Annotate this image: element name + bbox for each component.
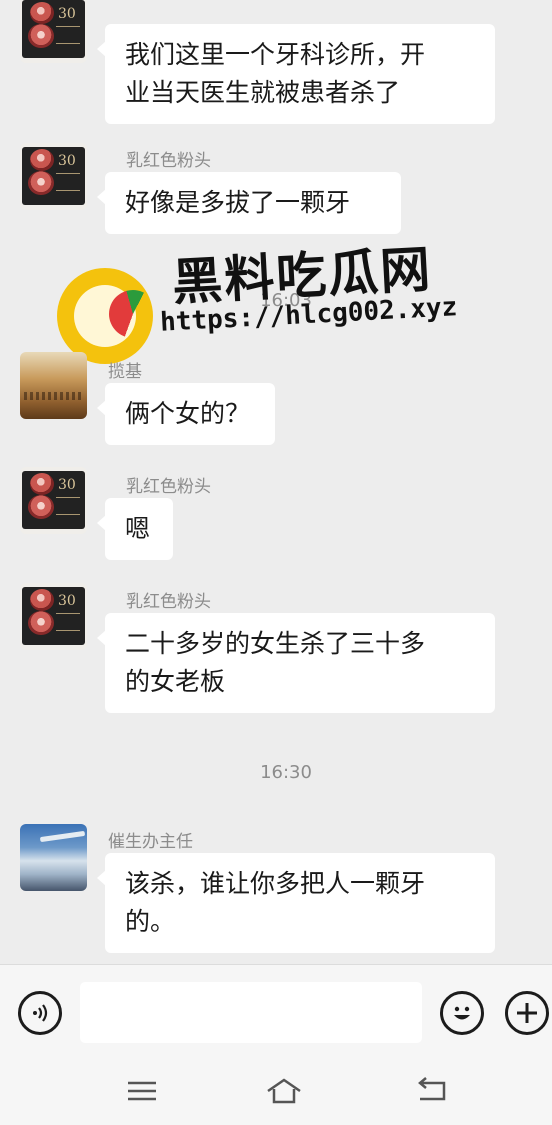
voice-icon[interactable] [18,991,62,1035]
message-text-line: 嗯 [125,514,151,543]
avatar[interactable]: 30 [20,143,87,210]
message-bubble[interactable]: 该杀，谁让你多把人一颗牙 的。 [97,853,495,953]
message-bubble[interactable]: 我们这里一个牙科诊所，开 业当天医生就被患者杀了 [97,24,495,124]
avatar[interactable] [20,352,87,419]
message-text-line: 二十多岁的女生杀了三十多 [125,629,426,658]
avatar[interactable]: 30 [20,467,87,534]
message-text-line: 我们这里一个牙科诊所，开 [125,40,426,69]
sender-name: 揽基 [108,362,142,382]
message-text-line: 的女老板 [125,667,226,696]
message-text-line: 好像是多拔了一颗牙 [125,188,351,217]
watermark-logo [57,268,157,364]
home-icon[interactable] [266,1077,302,1105]
emoji-icon[interactable] [440,991,484,1035]
message-text-line: 该杀，谁让你多把人一颗牙 [125,869,426,898]
chat-screen: 30 我们这里一个牙科诊所，开 业当天医生就被患者杀了 30 乳红色粉头 好像是… [0,0,552,1125]
sender-name: 乳红色粉头 [126,151,211,171]
timestamp: 16:30 [260,762,312,783]
watermelon-icon [109,290,157,338]
avatar[interactable]: 30 [20,0,87,63]
message-bubble[interactable]: 嗯 [97,498,173,560]
sender-name: 催生办主任 [108,832,193,852]
message-input[interactable] [80,982,422,1043]
message-text-line: 业当天医生就被患者杀了 [125,78,401,107]
avatar[interactable] [20,824,87,891]
message-text-line: 的。 [125,907,176,936]
message-bubble[interactable]: 俩个女的？ [97,383,275,445]
plus-icon[interactable] [505,991,549,1035]
sender-name: 乳红色粉头 [126,592,211,612]
sender-name: 乳红色粉头 [126,477,211,497]
input-bar [0,964,552,1057]
message-text-line: 俩个女的？ [125,399,251,428]
back-icon[interactable] [414,1077,450,1105]
message-bubble[interactable]: 二十多岁的女生杀了三十多 的女老板 [97,613,495,713]
system-nav-bar [0,1057,552,1125]
menu-icon[interactable] [124,1077,160,1105]
avatar[interactable]: 30 [20,583,87,650]
message-bubble[interactable]: 好像是多拔了一颗牙 [97,172,401,234]
